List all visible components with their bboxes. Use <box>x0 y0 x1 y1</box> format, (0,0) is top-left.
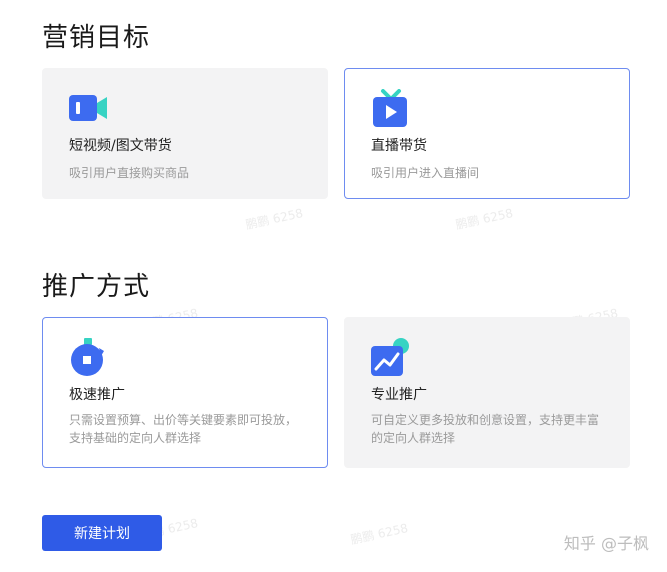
source-credit: 知乎 @子枫 <box>563 534 649 553</box>
card-description: 只需设置预算、出价等关键要素即可投放，支持基础的定向人群选择 <box>69 413 298 445</box>
watermark: 鹏鹏 6258 <box>244 206 305 232</box>
card-description: 可自定义更多投放和创意设置，支持更丰富的定向人群选择 <box>371 413 600 445</box>
card-description: 吸引用户进入直播间 <box>371 166 480 180</box>
method-card-pro-promotion[interactable]: 专业推广 可自定义更多投放和创意设置，支持更丰富的定向人群选择 <box>344 317 630 468</box>
watermark: 鹏鹏 6258 <box>349 521 410 547</box>
trend-chart-icon <box>371 338 411 378</box>
goal-card-live-stream[interactable]: 直播带货 吸引用户进入直播间 <box>344 68 630 199</box>
watermark: 鹏鹏 6258 <box>454 206 515 232</box>
card-description: 吸引用户直接购买商品 <box>69 166 190 180</box>
goal-card-short-video[interactable]: 短视频/图文带货 吸引用户直接购买商品 <box>42 68 328 199</box>
card-title: 专业推广 <box>371 387 427 403</box>
section-title-marketing-goal: 营销目标 <box>42 23 151 53</box>
card-title: 极速推广 <box>69 387 125 403</box>
tv-play-icon <box>371 89 411 129</box>
create-plan-button[interactable]: 新建计划 <box>42 515 162 551</box>
video-camera-icon <box>69 89 109 129</box>
card-title: 直播带货 <box>371 138 427 154</box>
stopwatch-icon <box>69 338 109 378</box>
method-card-fast-promotion[interactable]: 极速推广 只需设置预算、出价等关键要素即可投放，支持基础的定向人群选择 <box>42 317 328 468</box>
card-title: 短视频/图文带货 <box>69 138 172 154</box>
section-title-promotion-method: 推广方式 <box>42 272 151 302</box>
